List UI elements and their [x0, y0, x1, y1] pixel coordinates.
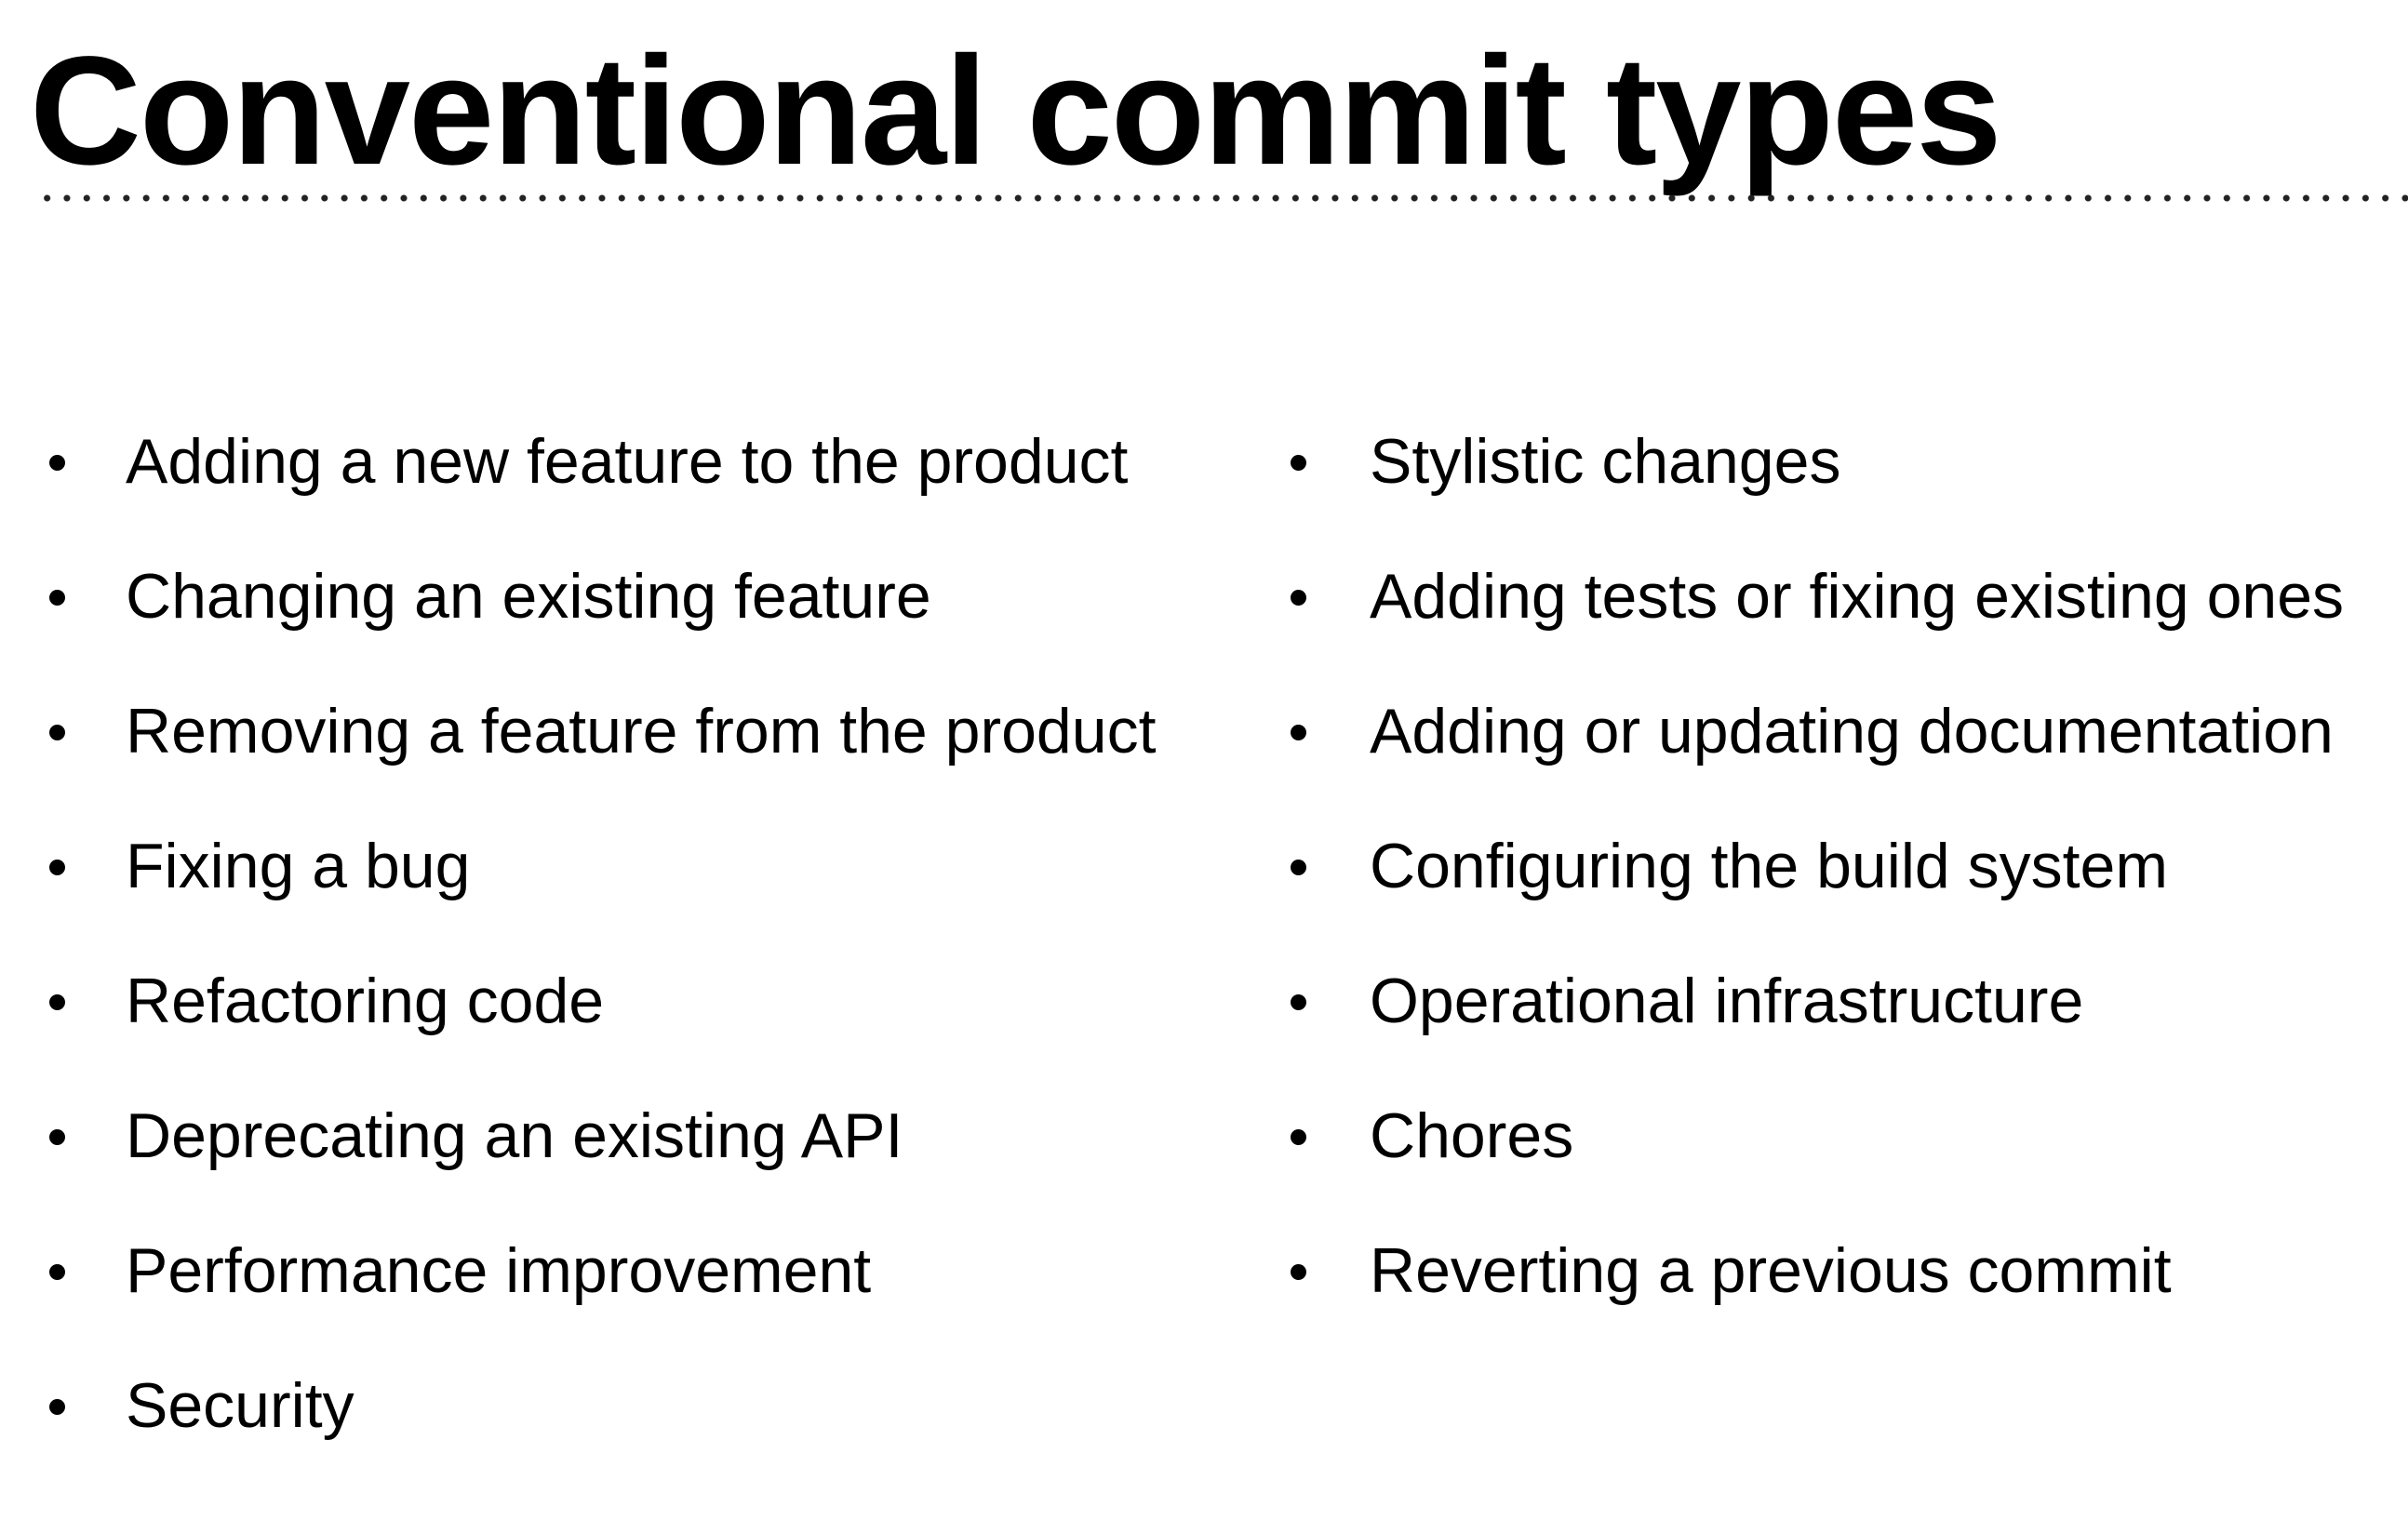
- dotted-divider: [37, 193, 2408, 203]
- list-item-label: Reverting a previous commit: [1370, 1235, 2172, 1306]
- list-item-label: Refactoring code: [126, 966, 605, 1036]
- bullet-icon: [49, 455, 65, 471]
- list-item: Adding a new feature to the product: [0, 394, 1247, 529]
- slide-title: Conventional commit types: [30, 25, 2002, 197]
- list-item: Operational infrastructure: [1240, 934, 2408, 1069]
- left-bullet-list: Adding a new feature to the product Chan…: [0, 394, 1247, 1473]
- list-item: Deprecating an existing API: [0, 1069, 1247, 1204]
- list-item-label: Adding or updating documentation: [1370, 696, 2334, 766]
- list-item: Security: [0, 1339, 1247, 1473]
- list-item: Adding tests or fixing existing ones: [1240, 529, 2408, 664]
- bullet-icon: [49, 860, 65, 875]
- list-item: Configuring the build system: [1240, 799, 2408, 934]
- list-item-label: Chores: [1370, 1100, 1574, 1171]
- list-item: Performance improvement: [0, 1204, 1247, 1339]
- bullet-icon: [1291, 860, 1306, 875]
- list-item-label: Fixing a bug: [126, 831, 471, 901]
- list-item-label: Performance improvement: [126, 1235, 872, 1306]
- list-item-label: Configuring the build system: [1370, 831, 2169, 901]
- list-item: Chores: [1240, 1069, 2408, 1204]
- bullet-icon: [49, 1399, 65, 1415]
- list-item-label: Deprecating an existing API: [126, 1100, 903, 1171]
- list-item: Reverting a previous commit: [1240, 1204, 2408, 1339]
- bullet-icon: [1291, 590, 1306, 606]
- list-item: Removing a feature from the product: [0, 664, 1247, 799]
- bullet-icon: [1291, 1129, 1306, 1145]
- list-item: Refactoring code: [0, 934, 1247, 1069]
- bullet-icon: [49, 994, 65, 1010]
- bullet-icon: [49, 590, 65, 606]
- list-item-label: Adding a new feature to the product: [126, 426, 1129, 497]
- bullet-icon: [49, 1264, 65, 1280]
- list-item: Adding or updating documentation: [1240, 664, 2408, 799]
- list-item: Changing an existing feature: [0, 529, 1247, 664]
- list-item-label: Stylistic changes: [1370, 426, 1841, 497]
- list-item-label: Operational infrastructure: [1370, 966, 2084, 1036]
- list-item: Stylistic changes: [1240, 394, 2408, 529]
- list-item-label: Security: [126, 1370, 355, 1441]
- bullet-icon: [1291, 994, 1306, 1010]
- bullet-icon: [1291, 455, 1306, 471]
- list-item-label: Adding tests or fixing existing ones: [1370, 561, 2345, 632]
- bullet-icon: [49, 1129, 65, 1145]
- list-item-label: Changing an existing feature: [126, 561, 931, 632]
- bullet-icon: [49, 725, 65, 740]
- right-bullet-list: Stylistic changes Adding tests or fixing…: [1240, 394, 2408, 1339]
- bullet-icon: [1291, 725, 1306, 740]
- list-item-label: Removing a feature from the product: [126, 696, 1157, 766]
- list-item: Fixing a bug: [0, 799, 1247, 934]
- bullet-icon: [1291, 1264, 1306, 1280]
